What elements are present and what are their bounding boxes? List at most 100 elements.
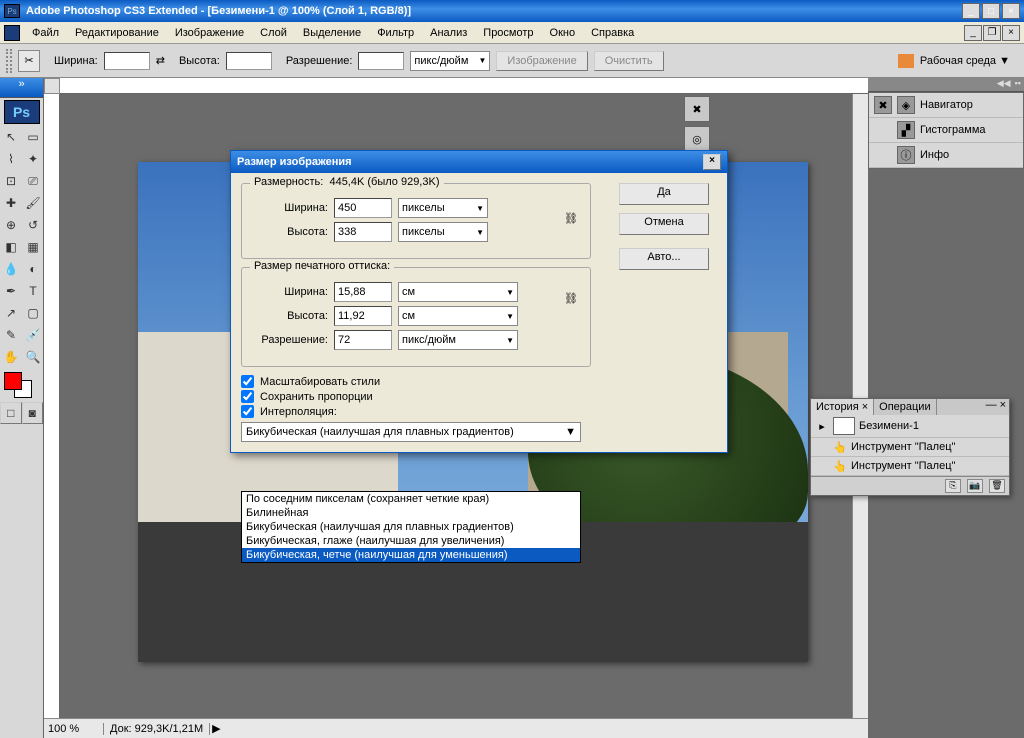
front-image-button[interactable]: Изображение bbox=[496, 51, 587, 71]
maximize-button[interactable]: □ bbox=[982, 3, 1000, 19]
menu-filter[interactable]: Фильтр bbox=[369, 25, 422, 41]
menu-layer[interactable]: Слой bbox=[252, 25, 295, 41]
vertical-ruler[interactable] bbox=[44, 94, 60, 718]
opt-res-input[interactable] bbox=[358, 52, 404, 70]
px-width-input[interactable] bbox=[334, 198, 392, 218]
lasso-tool[interactable]: ⌇ bbox=[0, 148, 22, 170]
menu-select[interactable]: Выделение bbox=[295, 25, 369, 41]
print-height-unit[interactable]: см▼ bbox=[398, 306, 518, 326]
dodge-tool[interactable]: ◐ bbox=[22, 258, 44, 280]
crop-tool[interactable]: ⊡ bbox=[0, 170, 22, 192]
minimize-button[interactable]: _ bbox=[962, 3, 980, 19]
menu-window[interactable]: Окно bbox=[542, 25, 584, 41]
notes-tool[interactable]: ✎ bbox=[0, 324, 22, 346]
doc-minimize-button[interactable]: _ bbox=[964, 25, 982, 41]
move-tool[interactable]: ↖ bbox=[0, 126, 22, 148]
brush-tool[interactable]: 🖌 bbox=[22, 192, 44, 214]
dialog-close-button[interactable]: × bbox=[703, 154, 721, 170]
interp-option-nearest[interactable]: По соседним пикселам (сохраняет четкие к… bbox=[242, 492, 580, 506]
close-button[interactable]: × bbox=[1002, 3, 1020, 19]
toolbox-header[interactable]: » bbox=[0, 78, 43, 98]
options-grip[interactable] bbox=[6, 49, 12, 73]
type-tool[interactable]: T bbox=[22, 280, 44, 302]
new-snapshot-icon[interactable]: 📷 bbox=[967, 479, 983, 493]
menu-image[interactable]: Изображение bbox=[167, 25, 252, 41]
quickmask-mode[interactable]: ◙ bbox=[22, 402, 44, 424]
print-width-input[interactable] bbox=[334, 282, 392, 302]
history-snapshot[interactable]: ▸ Безимени-1 bbox=[811, 415, 1009, 438]
interp-option-sharper[interactable]: Бикубическая, четче (наилучшая для умень… bbox=[242, 548, 580, 562]
shape-tool[interactable]: ▢ bbox=[22, 302, 44, 324]
history-step-1[interactable]: 👆 Инструмент "Палец" bbox=[811, 438, 1009, 457]
crop-tool-icon[interactable]: ✂ bbox=[18, 50, 40, 72]
opt-res-unit[interactable]: пикс/дюйм▼ bbox=[410, 51, 490, 71]
hand-tool[interactable]: ✋ bbox=[0, 346, 22, 368]
horizontal-ruler[interactable] bbox=[60, 78, 868, 94]
menu-edit[interactable]: Редактирование bbox=[67, 25, 167, 41]
menu-view[interactable]: Просмотр bbox=[475, 25, 541, 41]
panel-menu-icon[interactable]: ▪▪ bbox=[1015, 78, 1021, 91]
print-height-input[interactable] bbox=[334, 306, 392, 326]
new-doc-from-state-icon[interactable]: ⎘ bbox=[945, 479, 961, 493]
panel-minimize-icon[interactable]: — bbox=[986, 399, 997, 415]
info-row[interactable]: ⓘИнфо bbox=[869, 143, 1023, 168]
navigator-row[interactable]: ✖◈Навигатор bbox=[869, 93, 1023, 118]
slice-tool[interactable]: ⎚ bbox=[22, 170, 44, 192]
zoom-input[interactable]: 100 % bbox=[44, 723, 104, 735]
foreground-swatch[interactable] bbox=[4, 372, 22, 390]
resolution-unit[interactable]: пикс/дюйм▼ bbox=[398, 330, 518, 350]
swap-icon[interactable]: ⇄ bbox=[156, 54, 165, 67]
path-tool[interactable]: ↗ bbox=[0, 302, 22, 324]
interp-option-bilinear[interactable]: Билинейная bbox=[242, 506, 580, 520]
doc-close-button[interactable]: × bbox=[1002, 25, 1020, 41]
actions-tab[interactable]: Операции bbox=[874, 399, 936, 415]
px-height-unit[interactable]: пикселы▼ bbox=[398, 222, 488, 242]
workspace-switcher[interactable]: Рабочая среда ▼ bbox=[890, 52, 1018, 70]
zoom-tool[interactable]: 🔍 bbox=[22, 346, 44, 368]
blur-tool[interactable]: 💧 bbox=[0, 258, 22, 280]
histogram-row[interactable]: ▞Гистограмма bbox=[869, 118, 1023, 143]
color-swatches[interactable] bbox=[0, 368, 43, 402]
dialog-titlebar[interactable]: Размер изображения × bbox=[231, 151, 727, 173]
panel-collapse-icon[interactable]: ◀◀ bbox=[997, 78, 1011, 91]
menu-help[interactable]: Справка bbox=[583, 25, 642, 41]
doc-restore-button[interactable]: ❐ bbox=[983, 25, 1001, 41]
stamp-tool[interactable]: ⊕ bbox=[0, 214, 22, 236]
delete-state-icon[interactable]: 🗑 bbox=[989, 479, 1005, 493]
interp-option-bicubic[interactable]: Бикубическая (наилучшая для плавных град… bbox=[242, 520, 580, 534]
history-step-2[interactable]: 👆 Инструмент "Палец" bbox=[811, 457, 1009, 476]
dock-tools-icon[interactable]: ✖ bbox=[684, 96, 710, 122]
px-width-unit[interactable]: пикселы▼ bbox=[398, 198, 488, 218]
ruler-origin[interactable] bbox=[44, 78, 60, 94]
clear-button[interactable]: Очистить bbox=[594, 51, 664, 71]
link-icon[interactable]: ⛓ bbox=[564, 212, 578, 225]
heal-tool[interactable]: ✚ bbox=[0, 192, 22, 214]
history-tab[interactable]: История × bbox=[811, 399, 874, 415]
dock-brushes-icon[interactable]: ◎ bbox=[684, 126, 710, 152]
status-chevron-icon[interactable]: ▶ bbox=[212, 722, 220, 735]
panel-close-icon[interactable]: × bbox=[1000, 399, 1006, 415]
wand-tool[interactable]: ✦ bbox=[22, 148, 44, 170]
resolution-input[interactable] bbox=[334, 330, 392, 350]
print-width-unit[interactable]: см▼ bbox=[398, 282, 518, 302]
eyedropper-tool[interactable]: 💉 bbox=[22, 324, 44, 346]
interpolation-select[interactable]: Бикубическая (наилучшая для плавных град… bbox=[241, 422, 581, 442]
menu-analysis[interactable]: Анализ bbox=[422, 25, 475, 41]
interp-option-smoother[interactable]: Бикубическая, глаже (наилучшая для увели… bbox=[242, 534, 580, 548]
auto-button[interactable]: Авто... bbox=[619, 248, 709, 270]
menu-file[interactable]: Файл bbox=[24, 25, 67, 41]
resample-checkbox[interactable] bbox=[241, 405, 254, 418]
gradient-tool[interactable]: ▦ bbox=[22, 236, 44, 258]
marquee-tool[interactable]: ▭ bbox=[22, 126, 44, 148]
px-height-input[interactable] bbox=[334, 222, 392, 242]
history-brush-tool[interactable]: ↺ bbox=[22, 214, 44, 236]
constrain-prop-checkbox[interactable] bbox=[241, 390, 254, 403]
doc-size-status[interactable]: Док: 929,3K/1,21M bbox=[104, 723, 210, 735]
opt-height-input[interactable] bbox=[226, 52, 272, 70]
cancel-button[interactable]: Отмена bbox=[619, 213, 709, 235]
standard-mode[interactable]: □ bbox=[0, 402, 22, 424]
link-icon[interactable]: ⛓ bbox=[564, 292, 578, 305]
ok-button[interactable]: Да bbox=[619, 183, 709, 205]
opt-width-input[interactable] bbox=[104, 52, 150, 70]
eraser-tool[interactable]: ◧ bbox=[0, 236, 22, 258]
